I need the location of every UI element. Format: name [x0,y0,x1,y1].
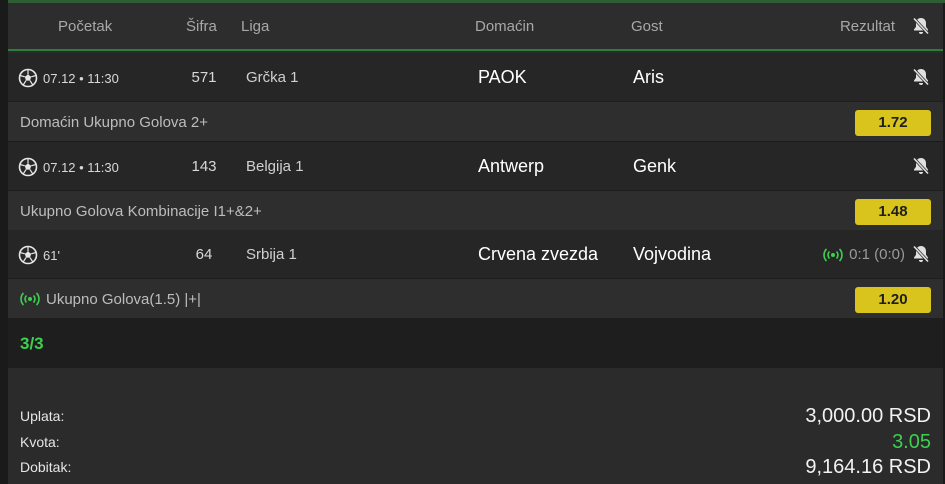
match-code: 571 [191,69,217,86]
table-header: Početak Šifra Liga Domaćin Gost Rezultat [8,3,943,51]
away-team: Genk [633,156,677,176]
header-sifra[interactable]: Šifra [186,18,217,35]
match-league: Srbija 1 [246,246,297,263]
ticket-count: 3/3 [20,334,44,353]
home-team: Crvena zvezda [478,244,599,264]
selection-row: Domaćin Ukupno Golova 2+ 1.72 [8,102,943,142]
kvota-label: Kvota: [20,434,60,450]
bell-off-icon[interactable] [911,244,931,264]
live-broadcast-icon [823,247,843,263]
header-liga[interactable]: Liga [241,18,269,35]
match-time: 07.12 • 11:30 [43,71,119,86]
ticket-summary: Uplata: 3,000.00 RSD Kvota: 3.05 Dobitak… [8,368,943,484]
ticket-count-bar: 3/3 [8,318,943,368]
header-rezultat[interactable]: Rezultat [840,18,895,35]
match-code: 64 [195,246,213,263]
match-time: 07.12 • 11:30 [43,160,119,175]
header-pocetak[interactable]: Početak [58,18,112,35]
match-league: Belgija 1 [246,158,304,175]
header-gost[interactable]: Gost [631,18,663,35]
match-row[interactable]: 07.12 • 11:30 571 Grčka 1 PAOK Aris [8,53,943,102]
soccer-ball-icon [18,68,38,88]
selection-label: Ukupno Golova Kombinacije I1+&2+ [20,203,262,220]
header-domacin[interactable]: Domaćin [475,18,534,35]
selection-row: Ukupno Golova Kombinacije I1+&2+ 1.48 [8,191,943,231]
bell-off-icon[interactable] [911,16,931,40]
left-frame [0,0,8,484]
odd-button[interactable]: 1.48 [855,199,931,225]
selection-label: Ukupno Golova(1.5) |+| [46,291,201,308]
dobitak-label: Dobitak: [20,459,72,475]
away-team: Aris [633,67,664,87]
bell-off-icon[interactable] [911,67,931,87]
bell-off-icon[interactable] [911,156,931,176]
selection-label: Domaćin Ukupno Golova 2+ [20,114,209,131]
soccer-ball-icon [18,245,38,265]
live-broadcast-icon [20,291,40,307]
selection-row: Ukupno Golova(1.5) |+| 1.20 [8,279,943,319]
match-row[interactable]: 61' 64 Srbija 1 Crvena zvezda Vojvodina … [8,230,943,279]
odd-button[interactable]: 1.20 [855,287,931,313]
match-league: Grčka 1 [246,69,299,86]
away-team: Vojvodina [633,244,712,264]
odd-button[interactable]: 1.72 [855,110,931,136]
match-code: 143 [191,158,217,175]
home-team: PAOK [478,67,527,87]
match-row[interactable]: 07.12 • 11:30 143 Belgija 1 Antwerp Genk [8,142,943,191]
match-score: 0:1 (0:0) [849,246,905,263]
match-time: 61' [43,248,60,263]
uplata-label: Uplata: [20,408,65,424]
home-team: Antwerp [478,156,545,176]
soccer-ball-icon [18,157,38,177]
uplata-value: 3,000.00 RSD [805,405,931,427]
kvota-value: 3.05 [892,431,931,453]
dobitak-value: 9,164.16 RSD [805,456,931,478]
